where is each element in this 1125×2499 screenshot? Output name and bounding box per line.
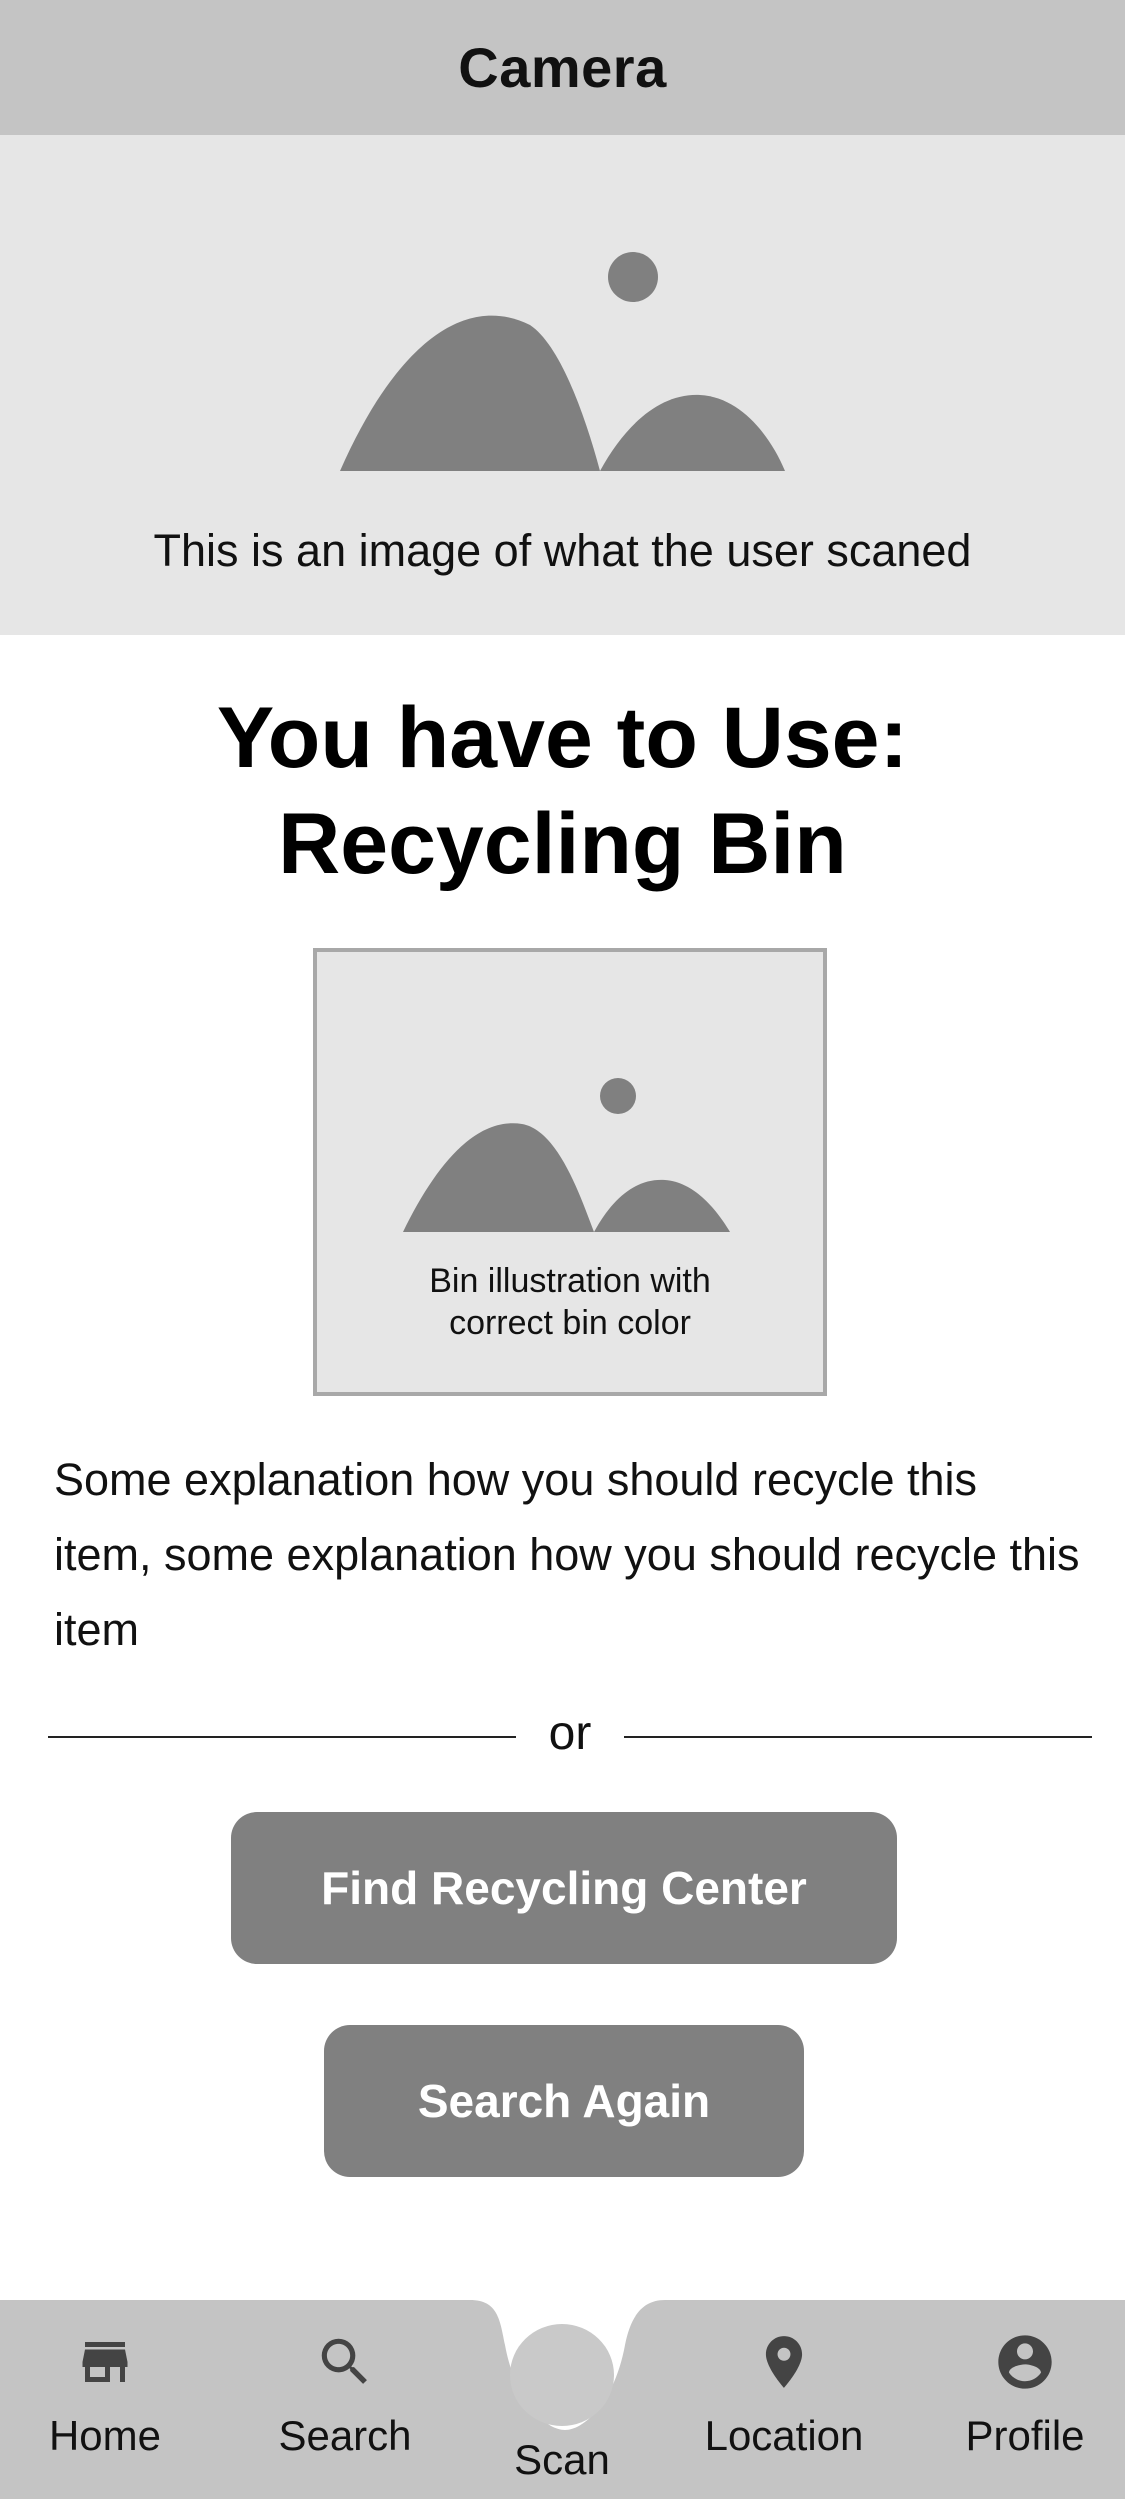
search-icon [313,2330,377,2394]
nav-item-location[interactable]: Location [689,2330,879,2490]
search-again-button[interactable]: Search Again [324,2025,804,2177]
nav-item-home[interactable]: Home [30,2330,180,2490]
nav-item-profile[interactable]: Profile [950,2330,1100,2490]
nav-label-location: Location [704,2412,864,2459]
nav-label-profile: Profile [965,2412,1085,2459]
nav-label-home: Home [48,2412,162,2459]
store-icon [73,2330,137,2394]
divider-line-left [48,1736,516,1738]
nav-item-scan[interactable]: Scan [487,2324,637,2484]
nav-label-search: Search [278,2412,412,2459]
bin-illustration: Bin illustration with correct bin color [313,948,827,1396]
location-pin-icon [752,2330,816,2394]
nav-item-search[interactable]: Search [270,2330,420,2490]
nav-label-scan: Scan [514,2436,610,2483]
find-recycling-center-button[interactable]: Find Recycling Center [231,1812,897,1964]
divider-line-right [624,1736,1092,1738]
recycling-explanation: Some explanation how you should recycle … [54,1454,1080,1655]
scanned-image-caption: This is an image of what the user scaned [153,525,972,576]
page-title: Camera [458,36,667,99]
divider-or-label: or [548,1707,592,1760]
profile-icon [993,2330,1057,2394]
result-heading-line1: You have to Use: [216,690,909,786]
result-heading: You have to Use: Recycling Bin [0,685,1125,897]
scan-circle-icon [510,2324,614,2426]
bin-illustration-caption: Bin illustration with correct bin color [317,1260,823,1344]
bin-caption-line2: correct bin color [449,1304,691,1342]
app-header: Camera [0,0,1125,135]
result-bin-name: Recycling Bin [278,796,847,892]
scanned-image-panel: This is an image of what the user scaned [0,135,1125,635]
bin-caption-line1: Bin illustration with [429,1262,711,1300]
